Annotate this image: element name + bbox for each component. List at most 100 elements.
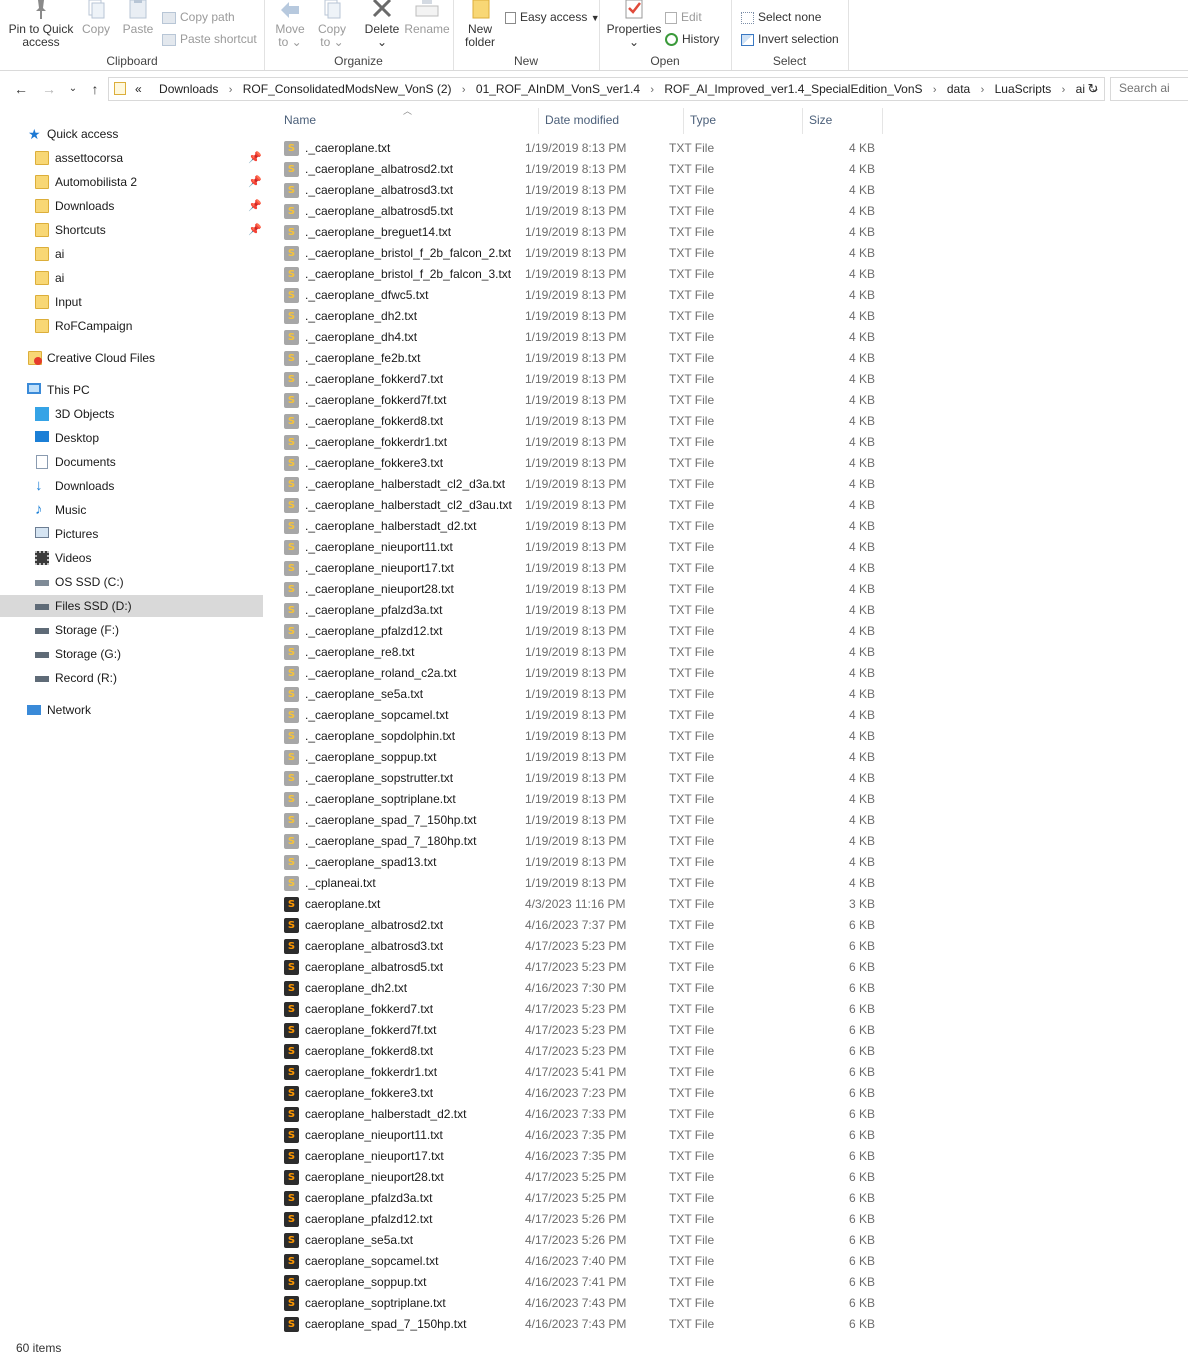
file-row[interactable]: S ._cplaneai.txt 1/19/2019 8:13 PM TXT File… xyxy=(281,873,1181,894)
copy-path-button[interactable]: Copy path xyxy=(162,8,235,26)
breadcrumb-item[interactable]: 01_ROF_AInDM_VonS_ver1.4 xyxy=(476,82,640,96)
breadcrumb-item[interactable]: ROF_AI_Improved_ver1.4_SpecialEdition_Vo… xyxy=(664,82,922,96)
file-row[interactable]: S ._caeroplane_soppup.txt 1/19/2019 8:13 P… xyxy=(281,747,1181,768)
file-row[interactable]: Scaeroplane_nieuport17.txt 4/16/2023 7:35… xyxy=(281,1146,1181,1167)
search-box[interactable] xyxy=(1110,77,1188,101)
file-row[interactable]: Scaeroplane_fokkerd7f.txt 4/17/2023 5:23 … xyxy=(281,1020,1181,1041)
nav-pc-item-videos[interactable]: Videos xyxy=(0,547,264,569)
file-row[interactable]: S ._caeroplane_bristol_f_2b_falcon_2.txt 1… xyxy=(281,243,1181,264)
file-row[interactable]: Scaeroplane_se5a.txt 4/17/2023 5:26 PM TXT… xyxy=(281,1230,1181,1251)
column-header-type[interactable]: Type xyxy=(684,108,802,132)
new-folder-button[interactable]: New folder xyxy=(459,0,501,49)
file-row[interactable]: S ._caeroplane_dh2.txt 1/19/2019 8:13 PM TX… xyxy=(281,306,1181,327)
file-row[interactable]: S ._caeroplane_fokkere3.txt 1/19/2019 8:13… xyxy=(281,453,1181,474)
breadcrumb-separator-icon[interactable]: › xyxy=(981,84,985,96)
file-row[interactable]: Scaeroplane_albatrosd5.txt 4/17/2023 5:23… xyxy=(281,957,1181,978)
file-row[interactable]: S ._caeroplane_dh4.txt 1/19/2019 8:13 PM TX… xyxy=(281,327,1181,348)
file-row[interactable]: S ._caeroplane_nieuport11.txt 1/19/2019 8:… xyxy=(281,537,1181,558)
file-row[interactable]: Scaeroplane_fokkere3.txt 4/16/2023 7:23 P… xyxy=(281,1083,1181,1104)
file-row[interactable]: Scaeroplane_nieuport11.txt 4/16/2023 7:35… xyxy=(281,1125,1181,1146)
nav-pc-item-os-ssd[interactable]: OS SSD (C:) xyxy=(0,571,264,593)
file-row[interactable]: S ._caeroplane_fokkerd7.txt 1/19/2019 8:13… xyxy=(281,369,1181,390)
nav-quick-item-ai[interactable]: ai xyxy=(0,243,264,265)
nav-quick-item-rofcampaign[interactable]: RoFCampaign xyxy=(0,315,264,337)
nav-quick-item-input[interactable]: Input xyxy=(0,291,264,313)
nav-network[interactable]: Network xyxy=(0,699,264,721)
file-row[interactable]: Scaeroplane_fokkerdr1.txt 4/17/2023 5:41 … xyxy=(281,1062,1181,1083)
address-bar[interactable]: « Downloads › ROF_ConsolidatedModsNew_Vo… xyxy=(108,77,1105,101)
file-row[interactable]: Scaeroplane_soppup.txt 4/16/2023 7:41 PM T… xyxy=(281,1272,1181,1293)
file-row[interactable]: S ._caeroplane.txt 1/19/2019 8:13 PM TXT Fi… xyxy=(281,138,1181,159)
forward-arrow-icon[interactable]: → xyxy=(40,80,58,98)
nav-this-pc[interactable]: This PC xyxy=(0,379,264,401)
delete-button[interactable]: Delete ⌄ xyxy=(360,0,404,49)
rename-button[interactable]: Rename xyxy=(404,0,450,36)
refresh-icon[interactable]: ↻ xyxy=(1084,80,1102,98)
history-button[interactable]: History xyxy=(665,30,719,48)
nav-pc-item-record[interactable]: Record (R:) xyxy=(0,667,264,689)
file-row[interactable]: S ._caeroplane_spad_7_180hp.txt 1/19/2019 … xyxy=(281,831,1181,852)
file-row[interactable]: S ._caeroplane_sopstrutter.txt 1/19/2019 8… xyxy=(281,768,1181,789)
breadcrumb-separator-icon[interactable]: › xyxy=(933,84,937,96)
file-row[interactable]: Scaeroplane_fokkerd7.txt 4/17/2023 5:23 P… xyxy=(281,999,1181,1020)
file-row[interactable]: S ._caeroplane_fokkerd8.txt 1/19/2019 8:13… xyxy=(281,411,1181,432)
nav-pc-item-music[interactable]: ♪ Music xyxy=(0,499,264,521)
breadcrumb-overflow[interactable]: « xyxy=(135,82,142,96)
search-input[interactable] xyxy=(1111,78,1188,98)
file-row[interactable]: Scaeroplane_sopcamel.txt 4/16/2023 7:40 P… xyxy=(281,1251,1181,1272)
copy-to-button[interactable]: Copy to ⌄ xyxy=(312,0,352,49)
column-divider[interactable] xyxy=(882,108,883,134)
move-to-button[interactable]: Move to ⌄ xyxy=(270,0,310,49)
file-row[interactable]: S ._caeroplane_fokkerdr1.txt 1/19/2019 8:1… xyxy=(281,432,1181,453)
file-row[interactable]: S ._caeroplane_dfwc5.txt 1/19/2019 8:13 PM… xyxy=(281,285,1181,306)
nav-pc-item-downloads[interactable]: ↓ Downloads xyxy=(0,475,264,497)
nav-pc-item-3d-objects[interactable]: 3D Objects xyxy=(0,403,264,425)
select-none-button[interactable]: Select none xyxy=(741,8,821,26)
file-row[interactable]: S ._caeroplane_nieuport28.txt 1/19/2019 8:… xyxy=(281,579,1181,600)
file-row[interactable]: S ._caeroplane_pfalzd3a.txt 1/19/2019 8:13… xyxy=(281,600,1181,621)
file-row[interactable]: Scaeroplane_dh2.txt 4/16/2023 7:30 PM TXT … xyxy=(281,978,1181,999)
nav-pc-item-storage-f[interactable]: Storage (F:) xyxy=(0,619,264,641)
file-row[interactable]: S ._caeroplane_re8.txt 1/19/2019 8:13 PM TX… xyxy=(281,642,1181,663)
file-row[interactable]: S ._caeroplane_bristol_f_2b_falcon_3.txt 1… xyxy=(281,264,1181,285)
file-row[interactable]: Scaeroplane_halberstadt_d2.txt 4/16/2023 … xyxy=(281,1104,1181,1125)
file-row[interactable]: S ._caeroplane_spad_7_150hp.txt 1/19/2019 … xyxy=(281,810,1181,831)
file-row[interactable]: S ._caeroplane_albatrosd2.txt 1/19/2019 8:… xyxy=(281,159,1181,180)
file-row[interactable]: S ._caeroplane_spad13.txt 1/19/2019 8:13 P… xyxy=(281,852,1181,873)
easy-access-button[interactable]: Easy access ▼ xyxy=(505,8,600,26)
pin-to-quick-access-button[interactable]: Pin to Quick access xyxy=(6,0,76,49)
file-row[interactable]: Scaeroplane_soptriplane.txt 4/16/2023 7:4… xyxy=(281,1293,1181,1314)
breadcrumb-item[interactable]: ROF_ConsolidatedModsNew_VonS (2) xyxy=(243,82,452,96)
breadcrumb-separator-icon[interactable]: › xyxy=(1062,84,1066,96)
breadcrumb-separator-icon[interactable]: › xyxy=(650,84,654,96)
edit-button[interactable]: Edit xyxy=(665,8,702,26)
file-row[interactable]: S ._caeroplane_roland_c2a.txt 1/19/2019 8:… xyxy=(281,663,1181,684)
file-row[interactable]: S ._caeroplane_soptriplane.txt 1/19/2019 8… xyxy=(281,789,1181,810)
file-row[interactable]: S ._caeroplane_halberstadt_d2.txt 1/19/201… xyxy=(281,516,1181,537)
nav-pc-item-files-ssd[interactable]: Files SSD (D:) xyxy=(0,595,263,617)
nav-pc-item-pictures[interactable]: Pictures xyxy=(0,523,264,545)
nav-quick-item-shortcuts[interactable]: Shortcuts 📌 xyxy=(0,219,264,241)
up-arrow-icon[interactable]: ↑ xyxy=(86,80,104,98)
file-row[interactable]: Scaeroplane_nieuport28.txt 4/17/2023 5:25… xyxy=(281,1167,1181,1188)
file-row[interactable]: S ._caeroplane_sopcamel.txt 1/19/2019 8:13… xyxy=(281,705,1181,726)
file-row[interactable]: S ._caeroplane_breguet14.txt 1/19/2019 8:1… xyxy=(281,222,1181,243)
file-row[interactable]: Scaeroplane_albatrosd3.txt 4/17/2023 5:23… xyxy=(281,936,1181,957)
file-row[interactable]: Scaeroplane_albatrosd2.txt 4/16/2023 7:37… xyxy=(281,915,1181,936)
file-row[interactable]: S ._caeroplane_fe2b.txt 1/19/2019 8:13 PM T… xyxy=(281,348,1181,369)
column-header-size[interactable]: Size xyxy=(803,108,882,132)
nav-quick-item-assettocorsa[interactable]: assettocorsa 📌 xyxy=(0,147,264,169)
nav-creative-cloud-files[interactable]: Creative Cloud Files xyxy=(0,347,264,369)
nav-pc-item-documents[interactable]: Documents xyxy=(0,451,264,473)
copy-button[interactable]: Copy xyxy=(78,0,114,36)
file-row[interactable]: S ._caeroplane_nieuport17.txt 1/19/2019 8:… xyxy=(281,558,1181,579)
recent-locations-chevron-icon[interactable]: ⌄ xyxy=(64,80,82,98)
breadcrumb-item[interactable]: data xyxy=(947,82,970,96)
invert-selection-button[interactable]: Invert selection xyxy=(741,30,839,48)
nav-pc-item-desktop[interactable]: Desktop xyxy=(0,427,264,449)
nav-pc-item-storage-g[interactable]: Storage (G:) xyxy=(0,643,264,665)
nav-quick-item-ai-2[interactable]: ai xyxy=(0,267,264,289)
file-row[interactable]: S ._caeroplane_albatrosd3.txt 1/19/2019 8:… xyxy=(281,180,1181,201)
nav-quick-item-downloads[interactable]: Downloads 📌 xyxy=(0,195,264,217)
file-row[interactable]: S ._caeroplane_halberstadt_cl2_d3a.txt 1/1… xyxy=(281,474,1181,495)
